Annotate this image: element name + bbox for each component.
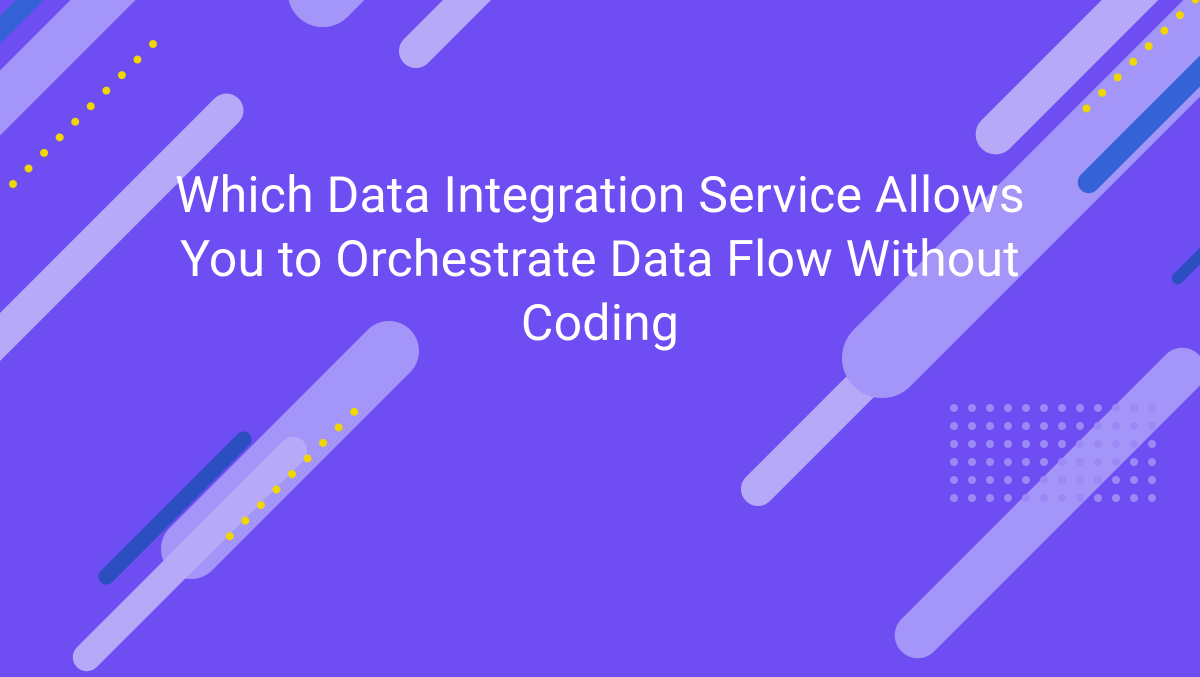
title-container: Which Data Integration Service Allows Yo… [0,0,1200,520]
banner-title: Which Data Integration Service Allows Yo… [140,164,1060,356]
hero-banner: Which Data Integration Service Allows Yo… [0,0,1200,520]
